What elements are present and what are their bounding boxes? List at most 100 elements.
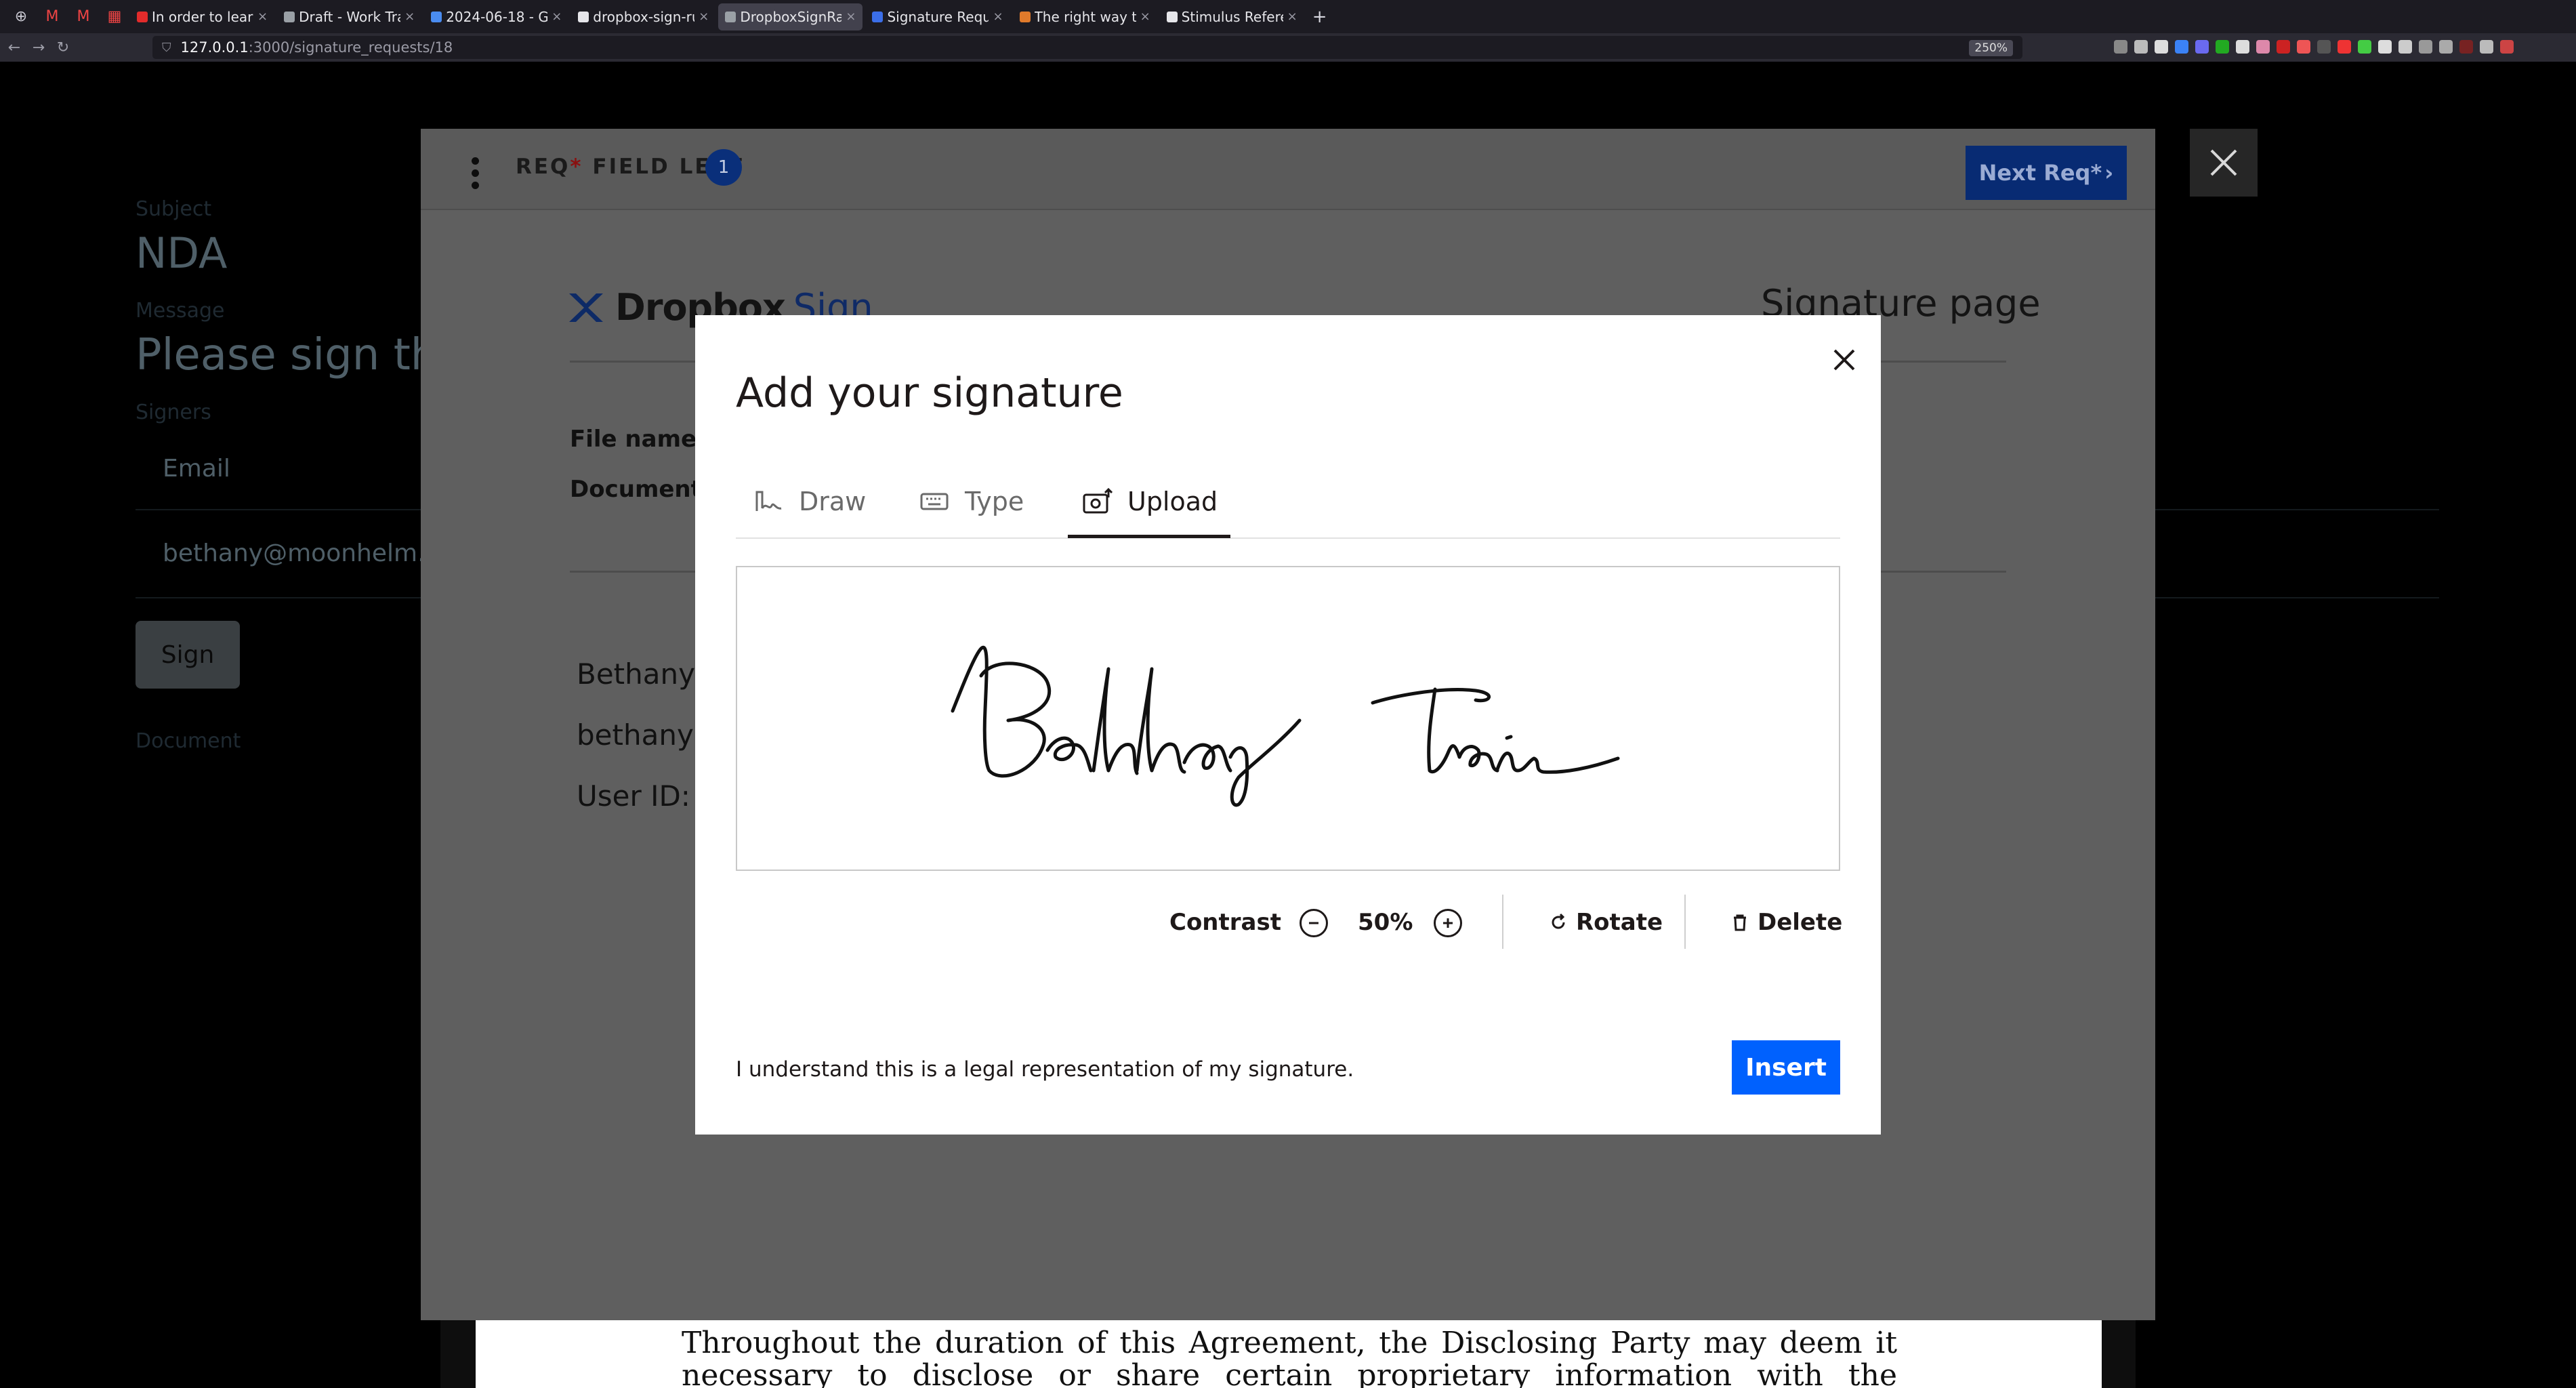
gmail-pinned-icon[interactable]: M (43, 8, 61, 26)
extension-icon[interactable] (2480, 40, 2493, 54)
browser-menu-icon[interactable]: ⊕ (12, 8, 30, 26)
minus-icon (1309, 922, 1318, 924)
tab-favicon-icon (137, 11, 148, 22)
tab-draw[interactable]: Draw (753, 464, 866, 539)
tab-type[interactable]: Type (919, 464, 1024, 539)
back-icon[interactable]: ← (4, 39, 24, 56)
tab-favicon-icon (431, 11, 442, 22)
browser-tabs: In order to learn×Draft - Work Trac×2024… (130, 3, 1307, 30)
browser-tab[interactable]: Stimulus Referen × (1160, 3, 1304, 30)
browser-tab[interactable]: DropboxSignRailsD × (718, 3, 863, 30)
extension-icon[interactable] (2297, 40, 2310, 54)
extension-icon[interactable] (2419, 40, 2432, 54)
sign-button[interactable]: Sign (136, 621, 240, 689)
kebab-menu-icon[interactable] (472, 157, 480, 189)
reload-icon[interactable]: ↻ (53, 39, 73, 56)
add-signature-modal: Add your signature Draw Type Upload Cont… (695, 315, 1881, 1135)
extension-icon[interactable] (2175, 40, 2188, 54)
signature-preview[interactable] (736, 566, 1840, 871)
extension-icon[interactable] (2236, 40, 2249, 54)
modal-title: Add your signature (736, 369, 1123, 417)
tab-favicon-icon (284, 11, 295, 22)
extension-icon[interactable] (2195, 40, 2209, 54)
browser-url-bar: ← → ↻ ⛉ 127.0.0.1 :3000/signature_reques… (0, 33, 2576, 62)
extension-icon[interactable] (2459, 40, 2473, 54)
tab-close-icon[interactable]: × (257, 9, 268, 24)
tab-label: DropboxSignRailsD (740, 8, 842, 25)
signature-controls: Contrast 50% Rotate Delete (695, 891, 1881, 959)
extension-icon[interactable] (2134, 40, 2148, 54)
browser-tab-bar: ⊕ M M ▦ In order to learn × Draft - Work T… (0, 0, 2576, 33)
browser-tab[interactable]: 2024-06-18 - Ge × (424, 3, 568, 30)
extension-icon[interactable] (2500, 40, 2514, 54)
signer-email: bethany (577, 718, 694, 752)
tab-upload[interactable]: Upload (1081, 464, 1218, 539)
next-required-button[interactable]: Next Req* › (1966, 146, 2127, 200)
tab-close-icon[interactable]: × (1287, 9, 1297, 24)
tab-close-icon[interactable]: × (1140, 9, 1150, 24)
zoom-level[interactable]: 250% (1969, 40, 2013, 56)
plus-icon (1443, 918, 1453, 928)
tab-draw-label: Draw (799, 487, 867, 516)
trash-icon (1734, 914, 1746, 931)
page-edge (440, 1320, 476, 1388)
file-name-label: File name (570, 426, 697, 453)
tab-favicon-icon (872, 11, 884, 22)
contrast-decrease-button[interactable] (1300, 909, 1328, 937)
extension-icon[interactable] (2439, 40, 2453, 54)
close-icon (2210, 149, 2237, 176)
extension-icon[interactable] (2338, 40, 2351, 54)
dropbox-logo-icon (569, 293, 603, 322)
browser-tab[interactable]: Signature Reque × (865, 3, 1010, 30)
browser-tab[interactable]: Draft - Work Trac × (277, 3, 421, 30)
tab-close-icon[interactable]: × (552, 9, 562, 24)
browser-tab[interactable]: dropbox-sign-rul × (571, 3, 715, 30)
rotate-button[interactable]: Rotate (1549, 909, 1663, 936)
tab-upload-label: Upload (1127, 487, 1218, 516)
divider (1684, 895, 1686, 949)
tab-label: dropbox-sign-rul (593, 8, 695, 25)
tab-favicon-icon (578, 11, 589, 22)
req-text: REQ (516, 155, 570, 179)
tab-favicon-icon (725, 11, 736, 22)
close-icon (1833, 349, 1855, 371)
modal-close-button[interactable] (1827, 342, 1862, 377)
subject-label: Subject (136, 197, 212, 221)
extension-icon[interactable] (2114, 40, 2127, 54)
req-star: * (570, 155, 583, 179)
contrast-increase-button[interactable] (1434, 909, 1462, 937)
extension-icon[interactable] (2216, 40, 2229, 54)
calendar-pinned-icon[interactable]: ▦ (106, 8, 123, 26)
extension-icon[interactable] (2277, 40, 2290, 54)
keyboard-icon (920, 493, 949, 510)
shield-icon: ⛉ (162, 40, 171, 55)
new-tab-button[interactable]: + (1312, 7, 1327, 27)
rotate-icon (1552, 913, 1565, 929)
address-field[interactable]: ⛉ 127.0.0.1 :3000/signature_requests/18 … (152, 36, 2022, 59)
tab-label: Draft - Work Trac (299, 8, 400, 25)
extension-icon[interactable] (2317, 40, 2331, 54)
insert-button[interactable]: Insert (1732, 1040, 1840, 1095)
extension-icon[interactable] (2398, 40, 2412, 54)
delete-button[interactable]: Delete (1730, 909, 1842, 936)
tab-close-icon[interactable]: × (404, 9, 415, 24)
contrast-value: 50% (1358, 909, 1413, 936)
active-tab-indicator (1068, 535, 1230, 538)
url-path: :3000/signature_requests/18 (248, 39, 453, 56)
tab-close-icon[interactable]: × (993, 9, 1003, 24)
browser-tab[interactable]: In order to learn × (130, 3, 274, 30)
tab-close-icon[interactable]: × (846, 9, 856, 24)
browser-tab[interactable]: The right way to × (1013, 3, 1157, 30)
extension-icon[interactable] (2155, 40, 2168, 54)
gmail-pinned-icon-2[interactable]: M (75, 8, 92, 26)
legal-notice: I understand this is a legal representat… (736, 1057, 1354, 1082)
extension-icon[interactable] (2358, 40, 2371, 54)
extension-icon[interactable] (2378, 40, 2392, 54)
signer-toolbar: REQ* FIELD LEFT 1 Next Req* › (421, 129, 2155, 210)
rotate-label: Rotate (1576, 909, 1663, 936)
tab-label: 2024-06-18 - Ge (446, 8, 548, 25)
close-signer-button[interactable] (2190, 129, 2258, 197)
tab-close-icon[interactable]: × (699, 9, 709, 24)
extension-icon[interactable] (2256, 40, 2270, 54)
forward-icon[interactable]: → (28, 39, 49, 56)
